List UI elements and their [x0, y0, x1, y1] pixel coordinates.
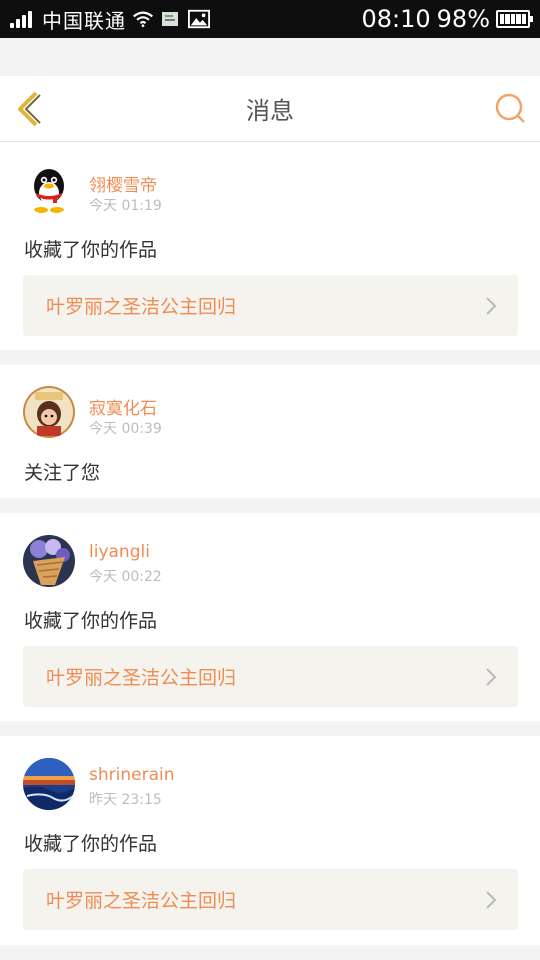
message-action: 关注了您	[24, 462, 101, 484]
back-button[interactable]	[14, 89, 54, 129]
image-notification-icon	[188, 9, 210, 29]
message-item[interactable]: 翎樱雪帝 今天 01:19 收藏了你的作品 叶罗丽之圣洁公主回归	[0, 142, 540, 350]
battery-icon	[496, 10, 533, 28]
work-link[interactable]: 叶罗丽之圣洁公主回归	[23, 869, 518, 930]
work-title: 叶罗丽之圣洁公主回归	[46, 667, 237, 689]
message-item[interactable]: 寂寞化石 今天 00:39 关注了您	[0, 365, 540, 498]
username[interactable]: 翎樱雪帝	[89, 171, 157, 196]
message-time: 今天 00:39	[89, 421, 162, 437]
wifi-icon	[132, 9, 154, 29]
message-action: 收藏了你的作品	[24, 610, 158, 632]
clock: 08:10	[361, 5, 431, 33]
chevron-right-icon	[486, 891, 497, 909]
message-time: 今天 01:19	[89, 198, 162, 214]
message-action: 收藏了你的作品	[24, 239, 158, 261]
status-bar: 中国联通 08:10 98%	[0, 0, 540, 38]
chevron-left-icon	[18, 91, 41, 127]
work-link[interactable]: 叶罗丽之圣洁公主回归	[23, 275, 518, 336]
chevron-right-icon	[486, 297, 497, 315]
avatar[interactable]	[23, 386, 75, 438]
message-time: 今天 00:22	[89, 569, 162, 585]
work-title: 叶罗丽之圣洁公主回归	[46, 296, 237, 318]
avatar[interactable]	[23, 758, 75, 810]
chevron-right-icon	[486, 668, 497, 686]
username[interactable]: shrinerain	[89, 765, 174, 785]
avatar[interactable]	[23, 163, 75, 215]
username[interactable]: liyangli	[89, 542, 150, 562]
message-item[interactable]: shrinerain 昨天 23:15 收藏了你的作品 叶罗丽之圣洁公主回归	[0, 736, 540, 945]
message-item[interactable]: liyangli 今天 00:22 收藏了你的作品 叶罗丽之圣洁公主回归	[0, 513, 540, 721]
page-title: 消息	[246, 97, 294, 125]
message-time: 昨天 23:15	[89, 792, 162, 808]
notification-app-icon	[160, 9, 182, 29]
battery-percent: 98%	[436, 5, 490, 33]
app-header: 消息	[0, 76, 540, 142]
signal-icon	[10, 10, 32, 28]
work-link[interactable]: 叶罗丽之圣洁公主回归	[23, 646, 518, 707]
work-title: 叶罗丽之圣洁公主回归	[46, 890, 237, 912]
carrier-name: 中国联通	[42, 8, 126, 33]
search-icon	[495, 93, 525, 123]
username[interactable]: 寂寞化石	[89, 394, 157, 419]
message-action: 收藏了你的作品	[24, 833, 158, 855]
search-button[interactable]	[494, 92, 526, 124]
avatar[interactable]	[23, 535, 75, 587]
